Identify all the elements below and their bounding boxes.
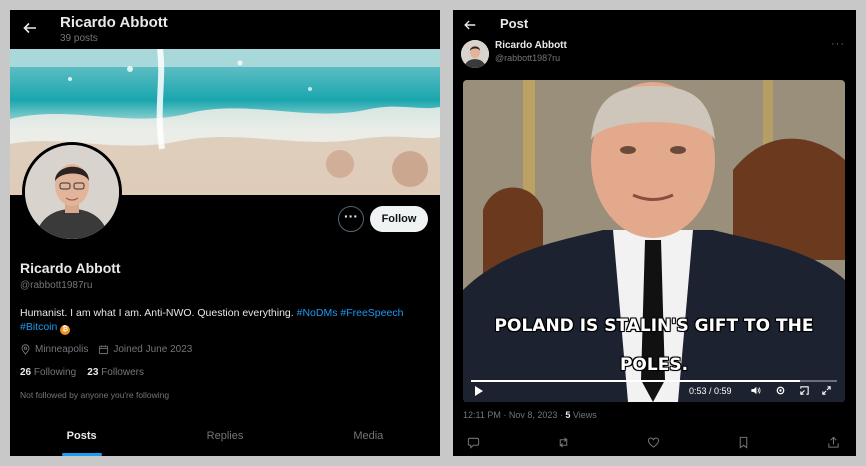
profile-panel: Ricardo Abbott 39 posts ··· Follow Ricar… [10, 10, 440, 456]
post-page-title: Post [500, 16, 529, 31]
video-frame [463, 80, 845, 402]
bitcoin-emoji-icon: ₿ [60, 325, 71, 335]
volume-icon[interactable] [750, 385, 761, 396]
tab-posts[interactable]: Posts [10, 418, 153, 456]
back-arrow-icon[interactable] [463, 18, 477, 32]
follow-button[interactable]: Follow [370, 206, 428, 232]
video-caption-line-1: POLAND IS STALIN'S GIFT TO THE [494, 316, 814, 336]
profile-bio: Humanist. I am what I am. Anti-NWO. Ques… [20, 306, 432, 335]
post-actions [453, 434, 856, 454]
profile-joined: Joined June 2023 [113, 344, 193, 355]
bookmark-icon[interactable] [737, 436, 750, 449]
settings-icon[interactable] [775, 385, 786, 396]
post-more-button[interactable]: ··· [831, 38, 845, 50]
profile-tabs: Posts Replies Media [10, 418, 440, 456]
header-profile-name: Ricardo Abbott [60, 14, 168, 31]
back-arrow-icon[interactable] [22, 20, 38, 36]
repost-icon[interactable] [557, 436, 570, 449]
following-link[interactable]: 26 Following [20, 367, 76, 378]
tab-media[interactable]: Media [297, 418, 440, 456]
profile-meta: Minneapolis Joined June 2023 [20, 344, 202, 355]
profile-header: Ricardo Abbott 39 posts [10, 10, 440, 50]
video-time: 0:53 / 0:59 [689, 386, 732, 396]
hashtag-freespeech[interactable]: #FreeSpeech [340, 307, 403, 319]
bio-text: Humanist. I am what I am. Anti-NWO. Ques… [20, 307, 294, 319]
exit-fullscreen-icon[interactable] [799, 385, 810, 396]
profile-handle: @rabbott1987ru [20, 280, 93, 291]
author-handle: @rabbott1987ru [495, 53, 561, 63]
video-controls: 0:53 / 0:59 [463, 386, 845, 400]
not-followed-notice: Not followed by anyone you're following [20, 390, 170, 400]
profile-name: Ricardo Abbott [20, 260, 121, 276]
play-icon[interactable] [475, 386, 483, 396]
follow-stats: 26 Following 23 Followers [20, 367, 144, 378]
video-progress-bar[interactable] [471, 380, 837, 382]
location-pin-icon [21, 344, 30, 355]
tab-replies[interactable]: Replies [153, 418, 296, 456]
profile-avatar[interactable] [22, 142, 122, 242]
fullscreen-icon[interactable] [821, 385, 832, 396]
like-icon[interactable] [647, 436, 660, 449]
share-icon[interactable] [827, 436, 840, 449]
hashtag-nodms[interactable]: #NoDMs [297, 307, 338, 319]
post-timestamp: 12:11 PM · Nov 8, 2023 · 5 Views [463, 410, 597, 420]
video-caption-line-2: POLES. [619, 355, 689, 375]
posts-count: 39 posts [60, 33, 98, 44]
followers-link[interactable]: 23 Followers [87, 367, 144, 378]
calendar-icon [99, 345, 109, 355]
post-panel: Post Ricardo Abbott @rabbott1987ru ··· P… [453, 10, 856, 456]
more-options-button[interactable]: ··· [338, 206, 364, 232]
profile-location: Minneapolis [35, 344, 89, 355]
author-avatar[interactable] [461, 40, 489, 68]
hashtag-bitcoin[interactable]: #Bitcoin [20, 321, 57, 333]
author-name[interactable]: Ricardo Abbott [495, 40, 567, 51]
video-player[interactable]: POLAND IS STALIN'S GIFT TO THE POLES. 0:… [463, 80, 845, 402]
reply-icon[interactable] [467, 436, 480, 449]
video-progress-fill [471, 380, 801, 382]
